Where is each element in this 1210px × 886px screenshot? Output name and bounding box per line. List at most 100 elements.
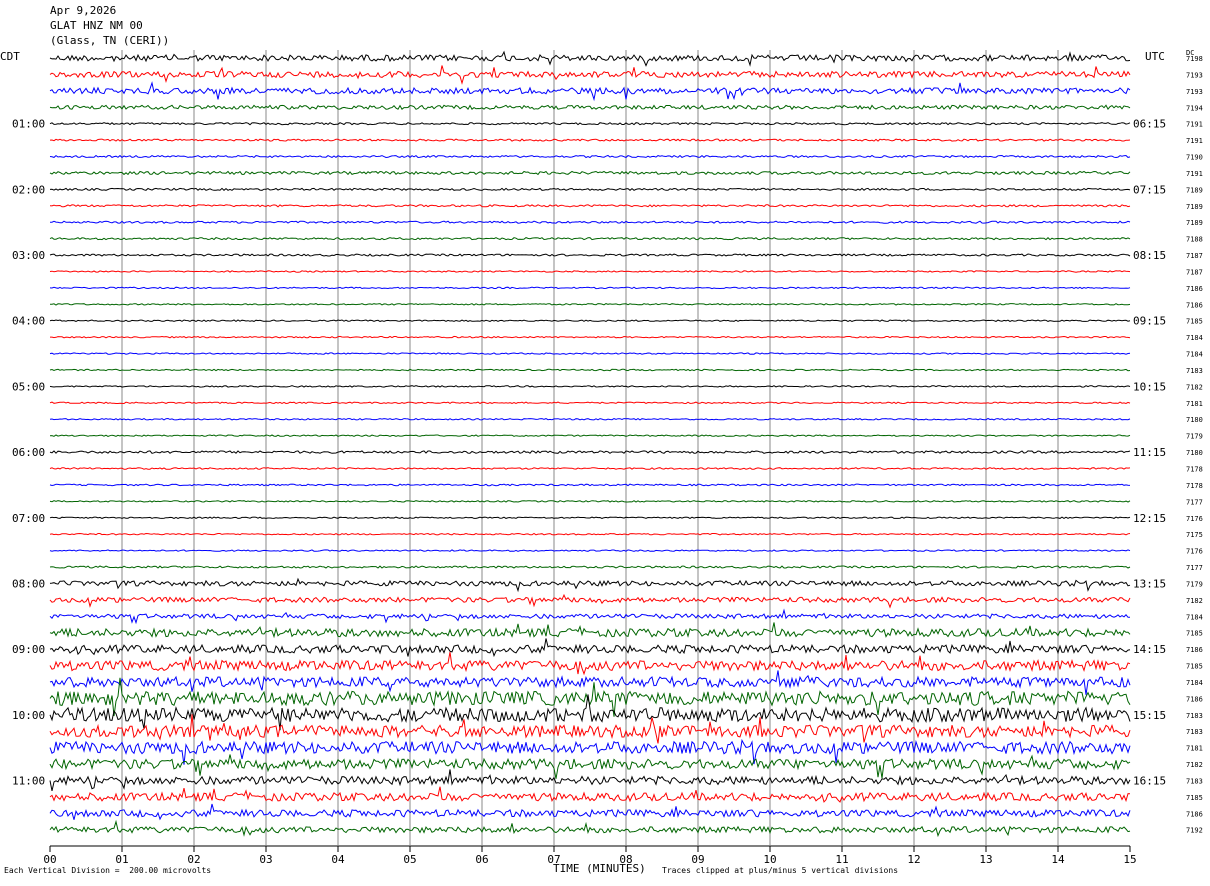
helicorder-plot: 00 01 02 03 04 05 06 07 08 09 10 11 12 13 14 15 01:0002… xyxy=(12,50,1203,866)
dc-offset-label: 7186 xyxy=(1186,285,1203,293)
dc-offset-label: 7177 xyxy=(1186,564,1203,572)
seismic-trace xyxy=(49,303,1131,306)
seismic-trace xyxy=(49,385,1131,388)
header-date: Apr 9,2026 xyxy=(50,4,117,17)
left-time-label: 02:00 xyxy=(12,183,45,196)
seismic-trace xyxy=(49,401,1131,405)
dc-offset-label: 7182 xyxy=(1186,383,1203,391)
seismic-trace xyxy=(49,786,1131,803)
left-time-label: 10:00 xyxy=(12,709,45,722)
left-time-label: 03:00 xyxy=(12,249,45,262)
dc-offset-label: 7189 xyxy=(1186,203,1203,211)
seismic-trace xyxy=(49,467,1131,470)
dc-offset-label: 7184 xyxy=(1186,334,1203,342)
seismic-trace xyxy=(49,500,1131,503)
dc-offset-label: 7184 xyxy=(1186,613,1203,621)
x-tick-label: 06 xyxy=(475,853,488,866)
dc-offset-label: 7189 xyxy=(1186,186,1203,194)
seismic-trace xyxy=(49,270,1131,273)
right-time-label: 14:15 xyxy=(1133,643,1166,656)
left-time-label: 06:00 xyxy=(12,446,45,459)
seismic-trace xyxy=(50,220,1131,224)
dc-offset-label: 7184 xyxy=(1186,351,1203,359)
dc-offset-label: 7185 xyxy=(1186,630,1203,638)
x-tick-label: 10 xyxy=(763,853,776,866)
left-time-label: 09:00 xyxy=(12,643,45,656)
dc-offset-label: 7183 xyxy=(1186,777,1203,785)
right-time-label: 08:15 xyxy=(1133,249,1166,262)
seismic-trace xyxy=(49,638,1131,658)
dc-offset-label: 7187 xyxy=(1186,268,1203,276)
seismic-traces xyxy=(49,50,1131,838)
dc-offset-label: 7186 xyxy=(1186,810,1203,818)
dc-offset-label: 7175 xyxy=(1186,531,1203,539)
right-time-label: 10:15 xyxy=(1133,380,1166,393)
right-time-label: 13:15 xyxy=(1133,577,1166,590)
dc-offset-label: 7187 xyxy=(1186,252,1203,260)
seismic-trace xyxy=(49,417,1131,421)
dc-offset-label: 7183 xyxy=(1186,367,1203,375)
seismic-trace xyxy=(49,532,1131,536)
right-time-label: 15:15 xyxy=(1133,709,1166,722)
cdt-label: CDT xyxy=(0,50,20,63)
dc-offset-label: 7193 xyxy=(1186,88,1203,96)
dc-label: DC xyxy=(1186,49,1195,57)
left-time-labels: 01:00 02:00 03:00 04:00 05:00 06:00 07:00 08:00… xyxy=(12,118,45,788)
left-time-label: 05:00 xyxy=(12,380,45,393)
dc-offset-label: 7191 xyxy=(1186,137,1203,145)
dc-offset-label: 7186 xyxy=(1186,695,1203,703)
dc-offset-label: 7193 xyxy=(1186,71,1203,79)
seismic-trace xyxy=(49,65,1131,85)
header-location: (Glass, TN (CERI)) xyxy=(50,34,170,47)
dc-offset-label: 7185 xyxy=(1186,318,1203,326)
seismic-trace xyxy=(49,819,1131,838)
dc-offset-label: 7179 xyxy=(1186,580,1203,588)
seismic-trace xyxy=(49,368,1131,372)
scale-note: Each Vertical Division = 200.00 microvol… xyxy=(4,866,212,875)
dc-offset-label: 7190 xyxy=(1186,154,1203,162)
dc-offset-label: 7185 xyxy=(1186,794,1203,802)
x-tick-label: 04 xyxy=(331,853,345,866)
seismic-trace xyxy=(49,754,1131,779)
x-tick-label: 11 xyxy=(835,853,848,866)
dc-offset-label: 7189 xyxy=(1186,219,1203,227)
dc-offset-label: 7183 xyxy=(1186,728,1203,736)
right-time-label: 06:15 xyxy=(1133,118,1166,131)
x-tick-label: 09 xyxy=(691,853,704,866)
dc-offset-labels: 7198719371937194719171917190719171897189… xyxy=(1186,55,1203,835)
dc-offset-label: 7186 xyxy=(1186,646,1203,654)
seismic-trace xyxy=(49,236,1131,241)
seismic-trace xyxy=(49,204,1131,208)
x-tick-label: 02 xyxy=(187,853,200,866)
seismic-trace xyxy=(49,483,1131,487)
dc-offset-label: 7177 xyxy=(1186,498,1203,506)
right-time-labels: 06:15 07:15 08:15 09:15 10:15 11:15 12:15 13:15… xyxy=(1133,118,1166,788)
right-time-label: 16:15 xyxy=(1133,774,1166,787)
x-tick-label: 03 xyxy=(259,853,272,866)
dc-offset-label: 7181 xyxy=(1186,745,1203,753)
right-time-label: 09:15 xyxy=(1133,315,1166,328)
seismic-trace xyxy=(49,104,1131,111)
left-time-label: 11:00 xyxy=(12,774,45,787)
dc-offset-label: 7176 xyxy=(1186,548,1203,556)
left-time-label: 01:00 xyxy=(12,118,45,131)
seismic-trace xyxy=(49,154,1131,159)
right-time-label: 12:15 xyxy=(1133,512,1166,525)
seismic-trace xyxy=(49,577,1131,593)
seismic-trace xyxy=(49,352,1131,355)
dc-offset-label: 7191 xyxy=(1186,121,1203,129)
seismic-trace xyxy=(49,549,1131,552)
seismic-trace xyxy=(49,769,1131,792)
dc-offset-label: 7180 xyxy=(1186,449,1203,457)
x-axis-title: TIME (MINUTES) xyxy=(553,862,646,875)
dc-offset-label: 7182 xyxy=(1186,761,1203,769)
left-time-label: 08:00 xyxy=(12,577,45,590)
x-tick-label: 05 xyxy=(403,853,416,866)
x-tick-label: 14 xyxy=(1051,853,1065,866)
left-time-label: 07:00 xyxy=(12,512,45,525)
dc-offset-label: 7178 xyxy=(1186,466,1203,474)
dc-offset-label: 7184 xyxy=(1186,679,1203,687)
dc-offset-label: 7192 xyxy=(1186,827,1203,835)
seismic-trace xyxy=(49,450,1131,454)
seismic-trace xyxy=(50,335,1131,339)
